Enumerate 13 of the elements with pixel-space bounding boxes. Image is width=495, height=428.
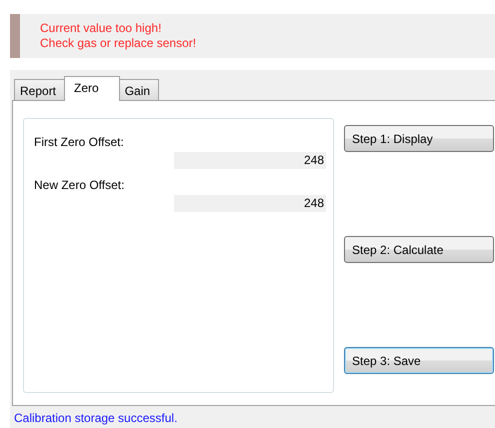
step-button[interactable]: Step 1: Display [344,125,494,152]
value-field: 248 [174,195,326,212]
alert-text: Current value too high! [40,21,162,36]
status-text: Calibration storage successful. [13,410,178,425]
value-field: 248 [174,152,326,169]
field-label: New Zero Offset: [34,177,126,194]
step-button[interactable]: Step 2: Calculate [344,236,494,263]
step-button[interactable]: Step 3: Save [344,347,494,374]
tab[interactable]: Report [14,79,66,100]
tab[interactable]: Gain [118,79,160,100]
alert-text: Check gas or replace sensor! [40,36,198,51]
tab[interactable]: Zero [64,76,120,101]
field-label: First Zero Offset: [34,134,125,151]
